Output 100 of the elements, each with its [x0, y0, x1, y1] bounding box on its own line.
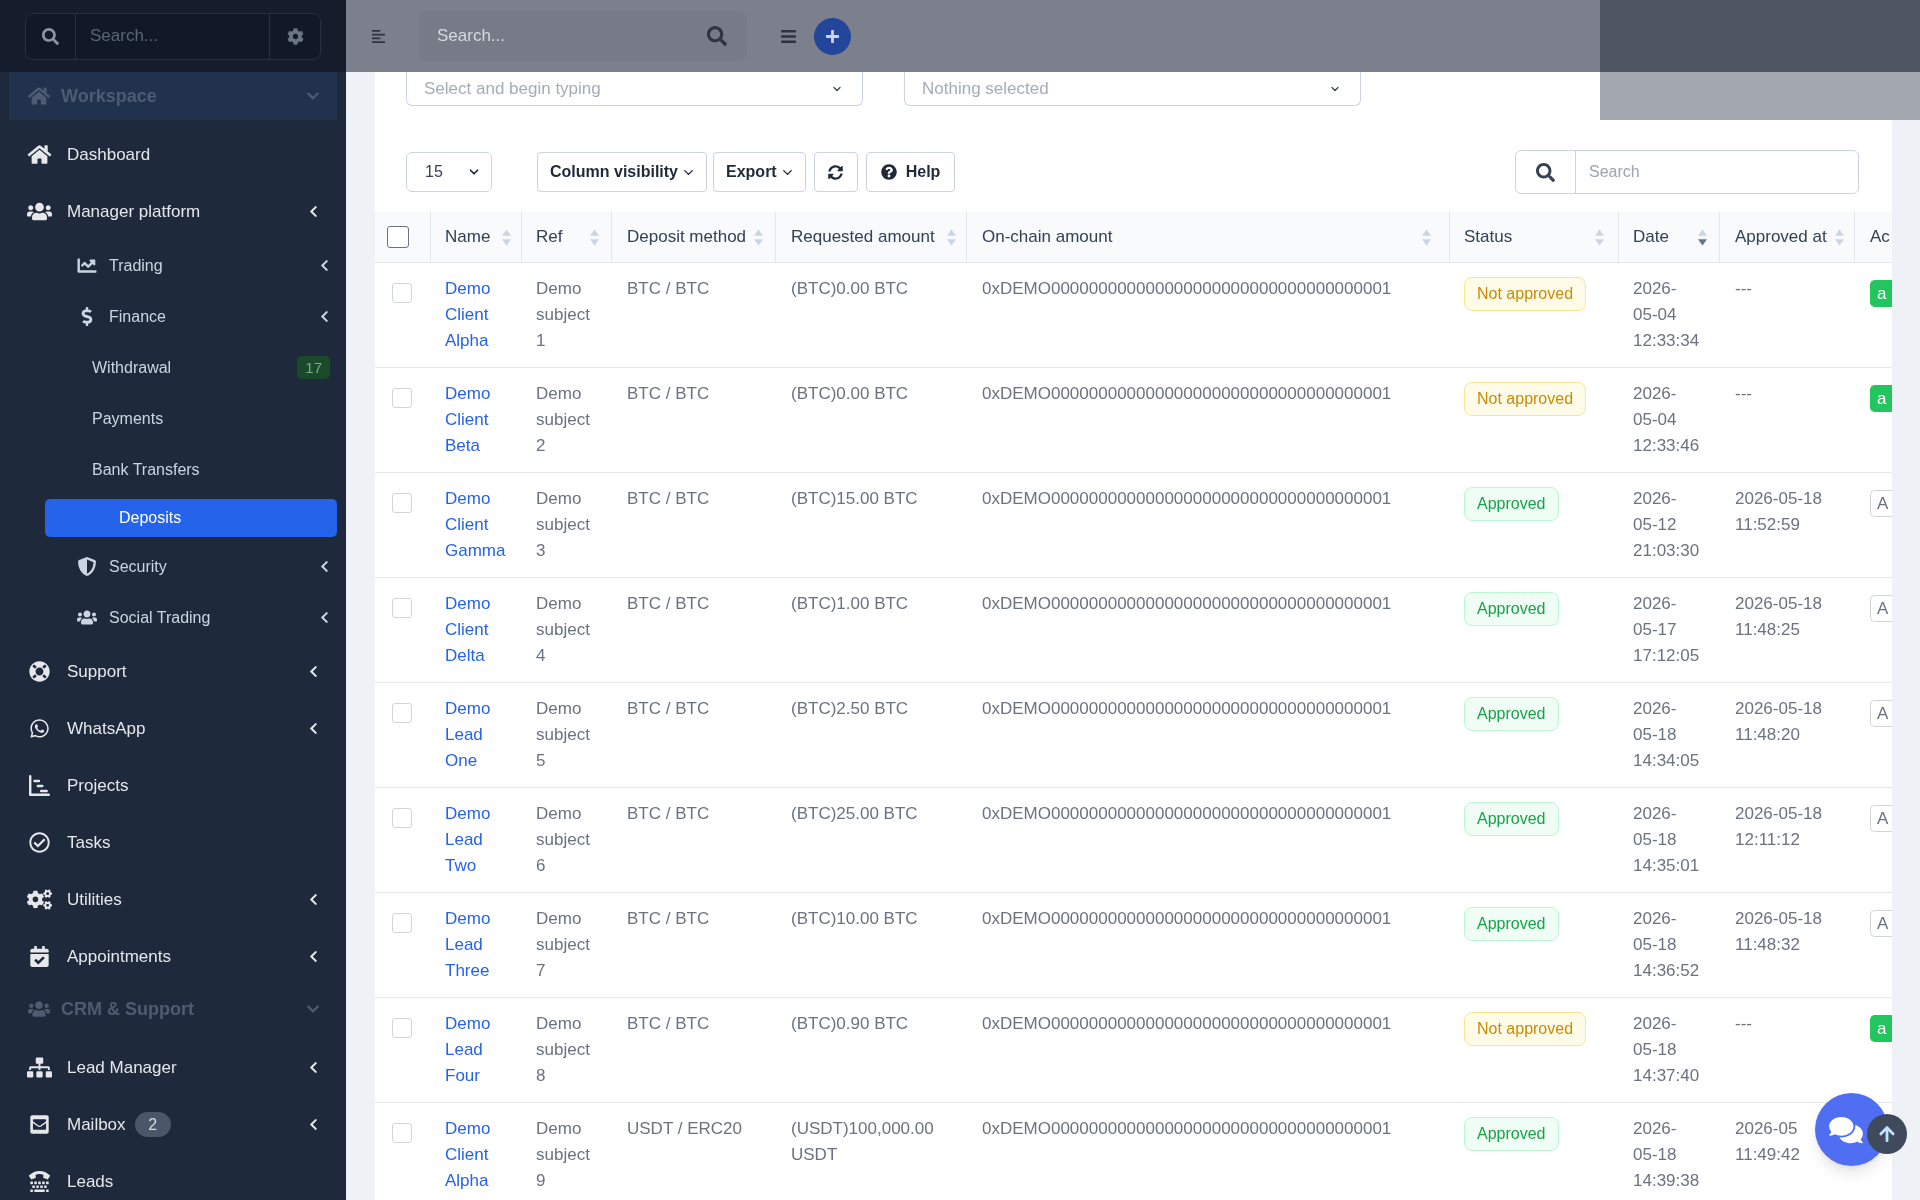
table-search-field[interactable]: Search	[1515, 150, 1859, 194]
client-link[interactable]: Demo Client Alpha	[445, 276, 491, 354]
client-link[interactable]: Demo Client Beta	[445, 381, 491, 459]
select-field[interactable]: Select and begin typing	[406, 72, 863, 106]
row-checkbox[interactable]	[392, 703, 412, 723]
row-checkbox[interactable]	[392, 283, 412, 303]
column-header[interactable]: Ac	[1855, 212, 1892, 262]
nav-link[interactable]: Appointments	[0, 928, 346, 985]
refresh-button[interactable]	[813, 152, 858, 192]
date-text: 2026-05-04 12:33:34	[1633, 279, 1700, 350]
row-checkbox[interactable]	[392, 493, 412, 513]
column-header[interactable]: Status	[1450, 212, 1619, 262]
client-link[interactable]: Demo Lead One	[445, 696, 491, 774]
add-button[interactable]	[814, 17, 851, 55]
search-icon	[42, 27, 59, 45]
status-badge: Not approved	[1464, 382, 1587, 416]
nav-link[interactable]: Bank Transfers	[45, 444, 337, 495]
row-checkbox[interactable]	[392, 388, 412, 408]
column-header[interactable]: Deposit method	[612, 212, 776, 262]
deposit-method-text: BTC / BTC	[627, 909, 710, 928]
column-header[interactable]: Approved at	[1720, 212, 1855, 262]
table-search-input[interactable]: Search	[1576, 151, 1858, 193]
nav-link[interactable]: Leads	[0, 1153, 346, 1200]
nav-link[interactable]: Deposits	[45, 499, 337, 537]
nav-link[interactable]: Payments	[45, 393, 337, 444]
date-text: 2026-05-18 14:39:38	[1633, 1119, 1700, 1190]
users-icon	[27, 201, 52, 222]
sidebar-toggle-icon[interactable]	[370, 28, 387, 44]
row-checkbox[interactable]	[392, 808, 412, 828]
sidebar-search-input[interactable]: Search...	[76, 13, 269, 59]
status-badge: Approved	[1464, 487, 1559, 521]
requested-amount-text: (BTC)0.00 BTC	[791, 384, 909, 403]
reference-text: Demo subject 6	[536, 804, 590, 875]
deposit-method-text: BTC / BTC	[627, 489, 710, 508]
nav-link[interactable]: Support	[0, 643, 346, 700]
client-link[interactable]: Demo Lead Three	[445, 906, 491, 984]
action-button[interactable]: A	[1870, 595, 1892, 622]
row-checkbox[interactable]	[392, 1123, 412, 1143]
action-button[interactable]: A	[1870, 910, 1892, 937]
nav-link[interactable]: Dashboard	[0, 126, 346, 183]
menu-icon[interactable]	[779, 27, 798, 45]
deposit-method-text: USDT / ERC20	[627, 1119, 742, 1138]
action-button[interactable]: A	[1870, 490, 1892, 517]
client-link[interactable]: Demo Client Alpha	[445, 1116, 491, 1194]
client-link[interactable]: Demo Client Gamma	[445, 486, 506, 564]
nav-link[interactable]: Manager platform	[0, 183, 346, 240]
scroll-top-button[interactable]	[1867, 1114, 1907, 1154]
address-text: 0xDEMO000000000000000000000000000000000001	[982, 384, 1392, 403]
home-icon	[28, 86, 50, 106]
telephone-icon	[27, 1171, 52, 1192]
home-icon	[27, 144, 52, 165]
nav-link[interactable]: WhatsApp	[0, 700, 346, 757]
column-header[interactable]: On-chain amount	[967, 212, 1450, 262]
nav-link[interactable]: Lead Manager	[0, 1039, 346, 1096]
search-icon	[707, 26, 727, 46]
nav-link[interactable]: Security	[0, 541, 346, 592]
row-checkbox[interactable]	[392, 913, 412, 933]
users-icon	[77, 608, 97, 627]
page-length-select[interactable]: 15	[406, 152, 492, 192]
nav-link[interactable]: Projects	[0, 757, 346, 814]
select-all-checkbox[interactable]	[387, 226, 409, 248]
nav-link[interactable]: Trading	[0, 240, 346, 291]
nav-link[interactable]: Utilities	[0, 871, 346, 928]
action-button[interactable]: A	[1870, 805, 1892, 832]
nav-link[interactable]: Social Trading	[0, 592, 346, 643]
sidebar-search-field[interactable]: Search...	[25, 12, 321, 60]
column-header[interactable]: Name	[431, 212, 522, 262]
line-chart-icon	[77, 256, 97, 275]
address-text: 0xDEMO000000000000000000000000000000000001	[982, 909, 1392, 928]
client-link[interactable]: Demo Client Delta	[445, 591, 491, 669]
approved-date-text: 2026-05-18 11:48:20	[1735, 699, 1822, 744]
client-link[interactable]: Demo Lead Two	[445, 801, 491, 879]
deposit-method-text: BTC / BTC	[627, 279, 710, 298]
address-text: 0xDEMO000000000000000000000000000000000001	[982, 279, 1392, 298]
row-checkbox[interactable]	[392, 598, 412, 618]
count-badge: 2	[134, 1112, 171, 1137]
date-text: 2026-05-04 12:33:46	[1633, 384, 1700, 455]
dropdown-button[interactable]: Column visibility	[537, 152, 707, 192]
approved-date-text: 2026-05 11:49:42	[1735, 1119, 1800, 1164]
requested-amount-text: (BTC)0.90 BTC	[791, 1014, 909, 1033]
client-link[interactable]: Demo Lead Four	[445, 1011, 491, 1089]
approved-date-text: ---	[1735, 279, 1752, 298]
dropdown-button[interactable]: Export	[713, 152, 806, 192]
search-input[interactable]: Search...	[419, 11, 747, 61]
gears-icon	[27, 889, 52, 910]
date-text: 2026-05-17 17:12:05	[1633, 594, 1700, 665]
nav-link[interactable]: Tasks	[0, 814, 346, 871]
nav-link[interactable]: Withdrawal 17	[45, 342, 337, 393]
select-field[interactable]: Nothing selected	[904, 72, 1361, 106]
address-text: 0xDEMO000000000000000000000000000000000001	[982, 594, 1392, 613]
row-checkbox[interactable]	[392, 1018, 412, 1038]
action-button[interactable]: A	[1870, 700, 1892, 727]
nav-link[interactable]: Mailbox 2	[0, 1096, 346, 1153]
column-header[interactable]: Date	[1619, 212, 1720, 262]
status-badge: Approved	[1464, 592, 1559, 626]
column-header[interactable]: Ref	[522, 212, 612, 262]
approved-date-text: 2026-05-18 11:48:32	[1735, 909, 1822, 954]
help-button[interactable]: Help	[865, 152, 956, 192]
nav-link[interactable]: Finance	[0, 291, 346, 342]
column-header[interactable]: Requested amount	[776, 212, 967, 262]
